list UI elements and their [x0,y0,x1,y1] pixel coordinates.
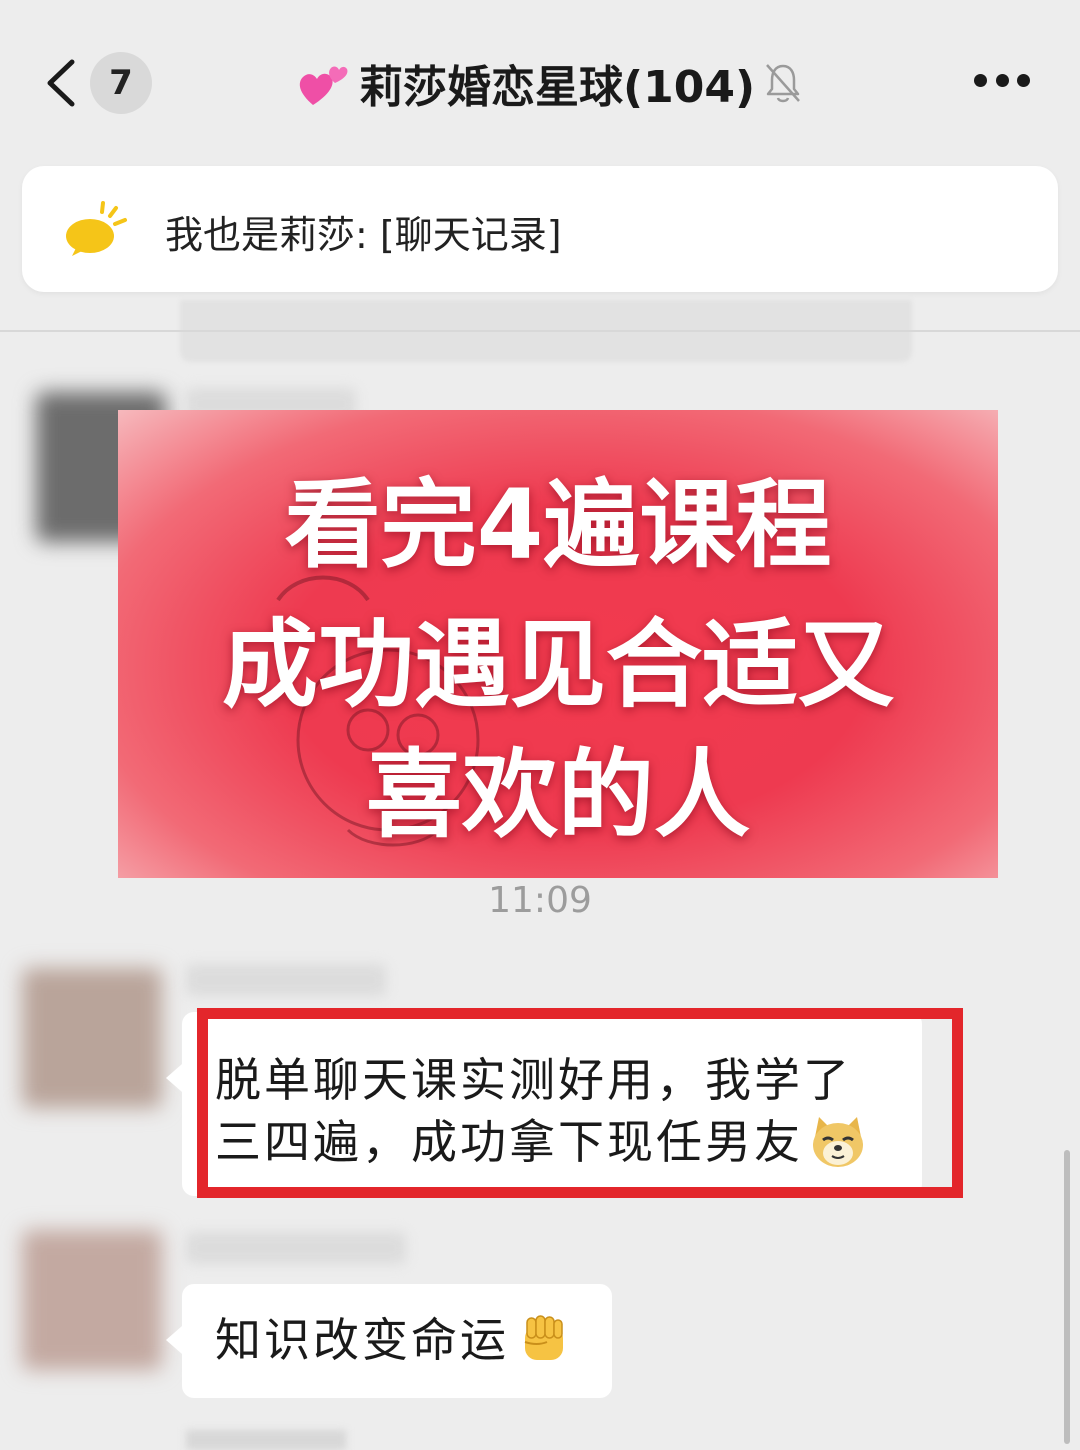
group-name: 莉莎婚恋星球(104) [359,62,756,113]
divider [0,330,1080,332]
two-hearts-icon [299,66,348,105]
banner-line-3: 喜欢的人 [366,739,750,851]
announcement-icon [66,201,127,256]
more-options-icon[interactable] [974,74,1030,90]
muted-bell-icon [766,64,801,103]
doge-emoji [813,1117,863,1167]
banner-line-1: 看完4遍课程 [284,469,832,581]
chat-title[interactable]: 莉莎婚恋星球(104) [295,52,803,114]
message-text: 知识改变命运 [215,1313,509,1367]
sender-name [186,964,386,996]
next-sender-name [186,1430,346,1450]
image-message[interactable]: 看完4遍课程 成功遇见合适又 喜欢的人 [118,410,998,878]
scrollbar[interactable] [1064,1150,1070,1444]
pinned-message-text: 我也是莉莎: [聊天记录] [165,213,562,257]
back-chevron-icon[interactable] [42,58,78,108]
message-text-line: 知识改变命运 [215,1310,571,1370]
message-text-line-1: 脱单聊天课实测好用，我学了 [215,1053,852,1107]
message-text: 三四遍，成功拿下现任男友 [215,1115,803,1169]
avatar[interactable] [22,968,162,1108]
avatar[interactable] [22,1230,162,1370]
unread-count-badge[interactable]: 7 [90,52,152,114]
banner-line-2: 成功遇见合适又 [222,609,894,721]
message-timestamp: 11:09 [488,880,592,921]
message-text-line-2: 三四遍，成功拿下现任男友 [215,1112,867,1172]
raised-fist-emoji [524,1315,563,1360]
chat-header: 7 莉莎婚恋星球(104) [0,0,1080,160]
sender-name [186,1232,406,1264]
